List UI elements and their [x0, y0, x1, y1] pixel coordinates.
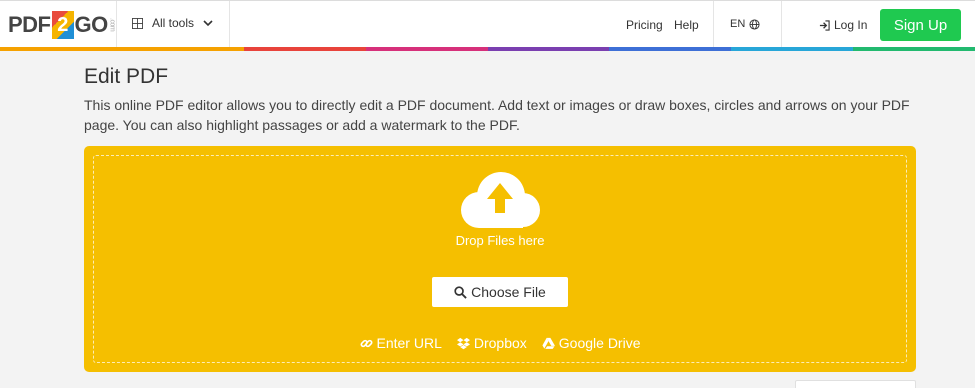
upload-sources: Enter URL Dropbox Google Drive	[84, 335, 916, 351]
google-drive-link[interactable]: Google Drive	[542, 335, 641, 351]
enter-url-link[interactable]: Enter URL	[360, 335, 442, 351]
all-tools-label: All tools	[152, 16, 195, 30]
help-link[interactable]: Help	[674, 18, 699, 32]
top-header: PDF 2 GO .com All tools Pricing Help EN	[0, 0, 975, 48]
rainbow-segment	[487, 47, 610, 51]
dropbox-link[interactable]: Dropbox	[456, 335, 527, 351]
logo-tld: .com	[108, 18, 116, 32]
signup-button[interactable]: Sign Up	[880, 9, 961, 41]
language-label: EN	[730, 18, 746, 30]
divider	[713, 1, 714, 48]
rainbow-segment	[853, 47, 975, 51]
rainbow-stripe	[0, 47, 975, 51]
rainbow-segment	[609, 47, 732, 51]
enter-url-label: Enter URL	[376, 335, 442, 351]
all-tools-dropdown[interactable]: All tools	[132, 16, 213, 30]
settings-panel-edge	[795, 380, 916, 388]
sign-in-icon	[819, 19, 830, 31]
page-title: Edit PDF	[84, 65, 169, 88]
divider	[229, 1, 230, 48]
file-dropzone[interactable]: Drop Files here Choose File Enter URL Dr…	[84, 146, 916, 372]
dropbox-label: Dropbox	[473, 335, 527, 351]
chevron-down-icon	[203, 20, 213, 27]
cloud-upload-icon	[461, 172, 540, 228]
login-label: Log In	[834, 18, 868, 32]
pricing-link[interactable]: Pricing	[626, 18, 663, 32]
page-description: This online PDF editor allows you to dir…	[84, 97, 910, 133]
rainbow-segment	[365, 47, 488, 51]
grid-icon	[132, 17, 143, 29]
search-icon	[454, 285, 467, 299]
rainbow-segment	[0, 47, 122, 51]
choose-file-label: Choose File	[471, 284, 546, 300]
google-drive-icon	[542, 337, 555, 349]
dropbox-icon	[456, 337, 470, 349]
login-link[interactable]: Log In	[819, 18, 867, 32]
pdf2go-logo[interactable]: PDF 2 GO .com	[8, 10, 116, 40]
choose-file-button[interactable]: Choose File	[432, 277, 568, 307]
drop-files-text: Drop Files here	[455, 233, 545, 248]
language-selector[interactable]: EN	[730, 18, 760, 30]
logo-prefix: PDF	[8, 12, 51, 37]
rainbow-segment	[121, 47, 244, 51]
logo-suffix: GO	[74, 12, 109, 37]
rainbow-segment	[243, 47, 366, 51]
link-icon	[360, 339, 372, 347]
divider	[116, 1, 117, 48]
divider	[781, 1, 782, 48]
logo-two: 2	[51, 11, 74, 39]
globe-icon	[749, 18, 760, 30]
rainbow-segment	[731, 47, 854, 51]
google-drive-label: Google Drive	[558, 335, 641, 351]
